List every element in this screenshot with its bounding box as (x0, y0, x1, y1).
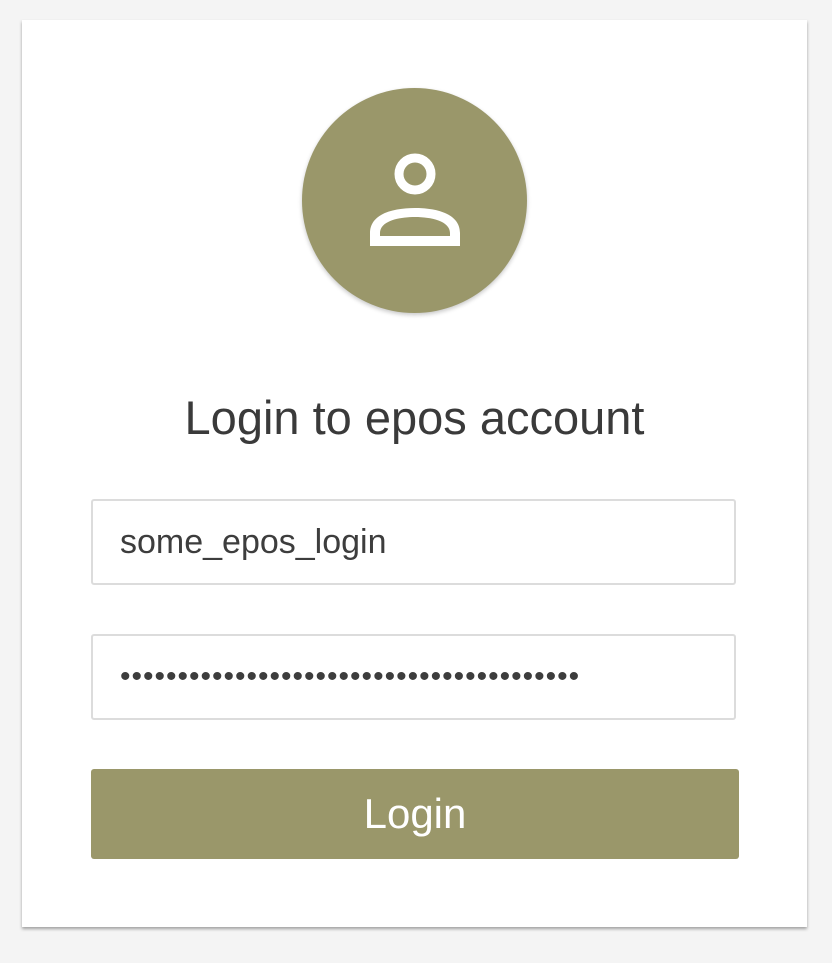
user-icon (369, 153, 460, 246)
login-card: Login to epos account Login (22, 20, 807, 927)
username-input[interactable] (91, 499, 736, 585)
login-button[interactable]: Login (91, 769, 739, 859)
password-input[interactable] (91, 634, 736, 720)
page-title: Login to epos account (184, 391, 645, 444)
avatar (302, 88, 527, 313)
